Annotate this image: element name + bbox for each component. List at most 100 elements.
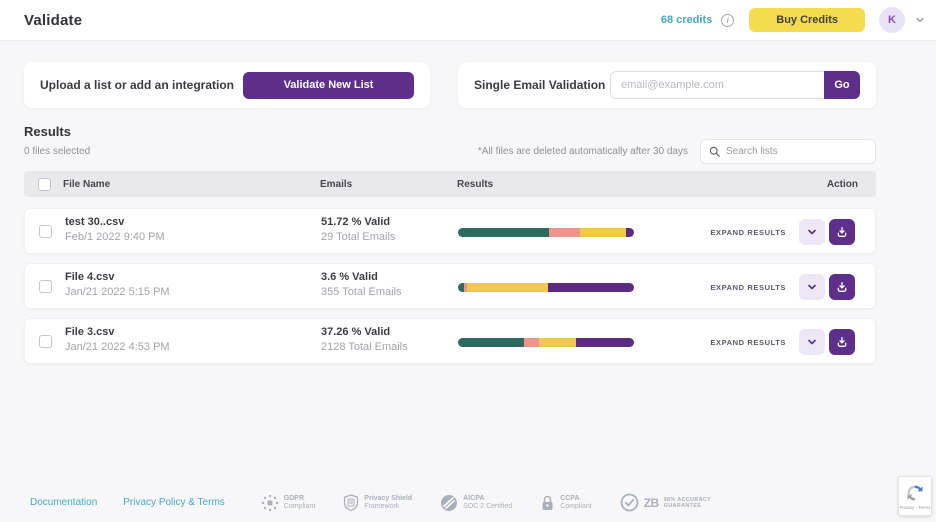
download-icon	[835, 335, 849, 349]
go-button[interactable]: Go	[824, 71, 860, 99]
privacy-shield-badge: Privacy ShieldFramework	[343, 494, 412, 512]
credits-count[interactable]: 68 credits	[661, 14, 712, 26]
single-email-input-group: Go	[610, 71, 860, 99]
badge-line1: CCPA	[560, 495, 579, 502]
valid-percent: 3.6 % Valid	[321, 271, 402, 283]
zb-check-icon	[620, 493, 639, 512]
upload-list-card: Upload a list or add an integration Vali…	[24, 62, 430, 108]
badge-line2: Compliant	[560, 503, 592, 510]
credits-info-icon[interactable]: i	[721, 14, 734, 27]
single-email-input[interactable]	[610, 71, 824, 99]
zb-wordmark: ZB	[644, 496, 659, 510]
chevron-down-icon	[806, 226, 818, 238]
account-chevron-down-icon[interactable]	[914, 14, 926, 26]
privacy-policy-terms-link[interactable]: Privacy Policy & Terms	[123, 497, 225, 508]
gdpr-dots-icon	[261, 494, 279, 512]
table-row: File 3.csv Jan/21 2022 4:53 PM 37.26 % V…	[24, 318, 876, 364]
avatar[interactable]: K	[879, 7, 905, 33]
file-name: test 30..csv	[65, 216, 165, 228]
file-name: File 3.csv	[65, 326, 170, 338]
search-lists-box	[700, 139, 876, 164]
expand-results-link[interactable]: EXPAND RESULTS	[710, 228, 786, 237]
table-header: File Name Emails Results Action	[24, 171, 876, 197]
valid-percent: 37.26 % Valid	[321, 326, 408, 338]
table-row: test 30..csv Feb/1 2022 9:40 PM 51.72 % …	[24, 208, 876, 254]
aicpa-icon	[440, 494, 458, 512]
files-selected-count: 0 files selected	[24, 146, 90, 157]
upload-list-label: Upload a list or add an integration	[40, 78, 234, 92]
ccpa-badge: CCPACompliant	[540, 494, 592, 512]
expand-results-link[interactable]: EXPAND RESULTS	[710, 283, 786, 292]
total-emails: 355 Total Emails	[321, 286, 402, 298]
row-checkbox[interactable]	[39, 335, 52, 348]
row-checkbox[interactable]	[39, 225, 52, 238]
results-stacked-bar	[458, 228, 634, 237]
row-expand-button[interactable]	[799, 219, 825, 245]
total-emails: 29 Total Emails	[321, 231, 395, 243]
validate-page: Validate 68 credits i Buy Credits K Uplo…	[0, 0, 936, 522]
badge-line2: Compliant	[284, 503, 316, 510]
download-icon	[835, 225, 849, 239]
retention-note: *All files are deleted automatically aft…	[478, 146, 688, 157]
file-name: File 4.csv	[65, 271, 170, 283]
emails-block: 3.6 % Valid 355 Total Emails	[321, 271, 402, 298]
col-file-name: File Name	[63, 179, 110, 190]
aicpa-badge: AICPASOC 2 Certified	[440, 494, 512, 512]
buy-credits-button[interactable]: Buy Credits	[749, 8, 865, 32]
header-right-cluster: 68 credits i Buy Credits K	[661, 7, 926, 33]
compliance-badges: GDPRCompliant Privacy ShieldFramework AI…	[261, 493, 711, 512]
ccpa-lock-icon	[540, 494, 555, 512]
row-expand-button[interactable]	[799, 329, 825, 355]
single-email-validation-card: Single Email Validation Go	[458, 62, 876, 108]
file-date: Jan/21 2022 4:53 PM	[65, 341, 170, 353]
row-download-button[interactable]	[829, 329, 855, 355]
col-results: Results	[457, 179, 493, 190]
action-cluster: EXPAND RESULTS	[710, 264, 855, 310]
chevron-down-icon	[806, 281, 818, 293]
gdpr-badge: GDPRCompliant	[261, 494, 316, 512]
badge-line1: AICPA	[463, 495, 484, 502]
col-action: Action	[827, 179, 858, 190]
row-checkbox[interactable]	[39, 280, 52, 293]
select-all-checkbox[interactable]	[38, 178, 51, 191]
valid-percent: 51.72 % Valid	[321, 216, 395, 228]
recaptcha-badge[interactable]: Privacy - Terms	[898, 476, 932, 516]
col-emails: Emails	[320, 179, 352, 190]
total-emails: 2128 Total Emails	[321, 341, 408, 353]
badge-line1: GDPR	[284, 495, 304, 502]
badge-line2: SOC 2 Certified	[463, 503, 512, 510]
chevron-down-icon	[806, 336, 818, 348]
results-subrow-right: *All files are deleted automatically aft…	[478, 139, 876, 164]
action-cluster: EXPAND RESULTS	[710, 319, 855, 365]
results-stacked-bar	[458, 283, 634, 292]
footer: Documentation Privacy Policy & Terms GDP…	[30, 493, 711, 512]
file-name-block: test 30..csv Feb/1 2022 9:40 PM	[65, 216, 165, 243]
row-download-button[interactable]	[829, 274, 855, 300]
validate-new-list-button[interactable]: Validate New List	[243, 72, 414, 99]
action-cluster: EXPAND RESULTS	[710, 209, 855, 255]
file-date: Feb/1 2022 9:40 PM	[65, 231, 165, 243]
badge-line2: Framework	[364, 503, 399, 510]
file-name-block: File 4.csv Jan/21 2022 5:15 PM	[65, 271, 170, 298]
badge-line1: Privacy Shield	[364, 495, 412, 502]
results-stacked-bar	[458, 338, 634, 347]
documentation-link[interactable]: Documentation	[30, 497, 97, 508]
results-subrow: 0 files selected *All files are deleted …	[24, 138, 876, 164]
row-expand-button[interactable]	[799, 274, 825, 300]
emails-block: 51.72 % Valid 29 Total Emails	[321, 216, 395, 243]
top-header: Validate 68 credits i Buy Credits K	[0, 0, 936, 41]
page-title: Validate	[24, 12, 82, 29]
search-icon	[709, 146, 720, 157]
zb-accuracy-line2: GUARANTEE	[664, 503, 702, 509]
row-download-button[interactable]	[829, 219, 855, 245]
single-email-validation-label: Single Email Validation	[474, 78, 605, 92]
recaptcha-terms-text: Privacy - Terms	[900, 505, 931, 510]
emails-block: 37.26 % Valid 2128 Total Emails	[321, 326, 408, 353]
search-lists-input[interactable]	[726, 146, 867, 157]
file-name-block: File 3.csv Jan/21 2022 4:53 PM	[65, 326, 170, 353]
expand-results-link[interactable]: EXPAND RESULTS	[710, 338, 786, 347]
table-row: File 4.csv Jan/21 2022 5:15 PM 3.6 % Val…	[24, 263, 876, 309]
file-date: Jan/21 2022 5:15 PM	[65, 286, 170, 298]
zb-accuracy-badge: ZB 98% ACCURACYGUARANTEE	[620, 493, 711, 512]
results-title: Results	[24, 124, 71, 139]
